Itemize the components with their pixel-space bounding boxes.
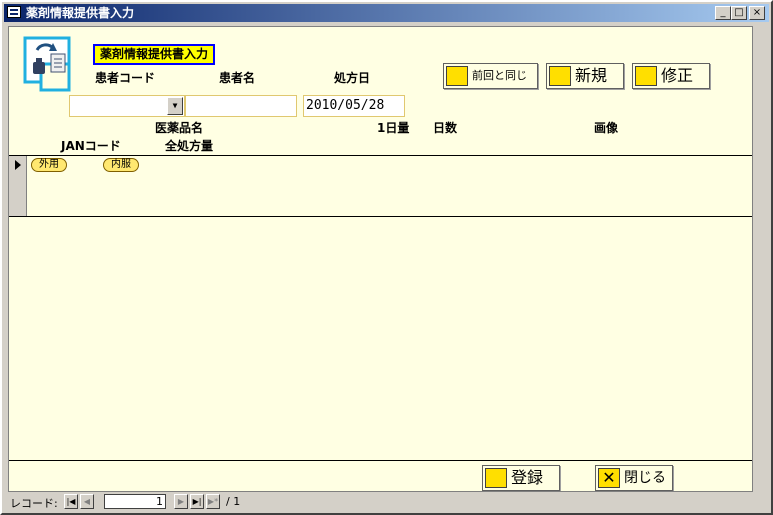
record-navigator: レコード: |◀ ◀ 1 ▶ ▶| ▶* / 1 xyxy=(8,494,753,511)
record-selector[interactable] xyxy=(9,156,27,217)
record-total: / 1 xyxy=(226,495,241,508)
edit-label: 修正 xyxy=(661,66,694,85)
last-record-button[interactable]: ▶| xyxy=(190,494,204,509)
same-as-previous-button[interactable]: 前回と同じ xyxy=(443,63,538,89)
external-use-badge[interactable]: 外用 xyxy=(31,158,67,172)
current-record-input[interactable]: 1 xyxy=(104,494,166,509)
close-label: 閉じる xyxy=(624,470,666,486)
app-window: 薬剤情報提供書入力 _ □ × 薬剤情報提供書入力 患者コード 患者名 処方日 … xyxy=(0,0,773,515)
new-button[interactable]: 新規 xyxy=(546,63,624,89)
label-jan-code: JANコード xyxy=(61,139,121,153)
new-label: 新規 xyxy=(575,66,608,85)
new-record-button[interactable]: ▶* xyxy=(206,494,220,509)
medicine-document-icon xyxy=(23,36,71,92)
detail-bottom-divider xyxy=(9,216,752,217)
footer-divider xyxy=(9,460,752,461)
label-rx-date: 処方日 xyxy=(334,71,371,85)
label-image: 画像 xyxy=(594,121,619,135)
maximize-button[interactable]: □ xyxy=(731,6,747,20)
label-total-amount: 全処方量 xyxy=(165,139,214,153)
form-area: 薬剤情報提供書入力 患者コード 患者名 処方日 ▼ 2010/05/28 前回と… xyxy=(8,26,753,492)
label-drug-name: 医薬品名 xyxy=(155,121,204,135)
pencil-icon xyxy=(485,468,507,488)
minimize-button[interactable]: _ xyxy=(715,6,731,20)
label-daily-amount: 1日量 xyxy=(377,121,410,135)
record-label: レコード: xyxy=(10,497,58,510)
label-days: 日数 xyxy=(433,121,458,135)
title-bar[interactable]: 薬剤情報提供書入力 _ □ × xyxy=(4,4,769,22)
label-patient-name: 患者名 xyxy=(219,71,256,85)
form-title: 薬剤情報提供書入力 xyxy=(93,44,216,65)
form-window-icon xyxy=(7,6,21,18)
register-button[interactable]: 登録 xyxy=(482,465,560,491)
window-title: 薬剤情報提供書入力 xyxy=(26,6,135,20)
patient-name-field[interactable] xyxy=(185,95,297,117)
first-record-button[interactable]: |◀ xyxy=(64,494,78,509)
edit-document-icon xyxy=(635,66,657,86)
form-side-panel xyxy=(755,26,769,492)
prev-record-button[interactable]: ◀ xyxy=(80,494,94,509)
internal-use-badge[interactable]: 内服 xyxy=(103,158,139,172)
x-close-icon: ✕ xyxy=(598,468,620,488)
close-window-button[interactable]: × xyxy=(749,6,765,20)
register-label: 登録 xyxy=(511,468,544,487)
close-button[interactable]: ✕ 閉じる xyxy=(595,465,673,491)
label-patient-code: 患者コード xyxy=(95,71,156,85)
edit-button[interactable]: 修正 xyxy=(632,63,710,89)
rx-date-field[interactable]: 2010/05/28 xyxy=(303,95,405,117)
detail-top-divider xyxy=(9,155,752,156)
chevron-down-icon[interactable]: ▼ xyxy=(167,97,183,115)
copy-previous-icon xyxy=(446,66,468,86)
same-as-previous-label: 前回と同じ xyxy=(472,69,527,82)
patient-code-combobox[interactable]: ▼ xyxy=(69,95,185,117)
new-medicine-icon xyxy=(549,66,571,86)
next-record-button[interactable]: ▶ xyxy=(174,494,188,509)
